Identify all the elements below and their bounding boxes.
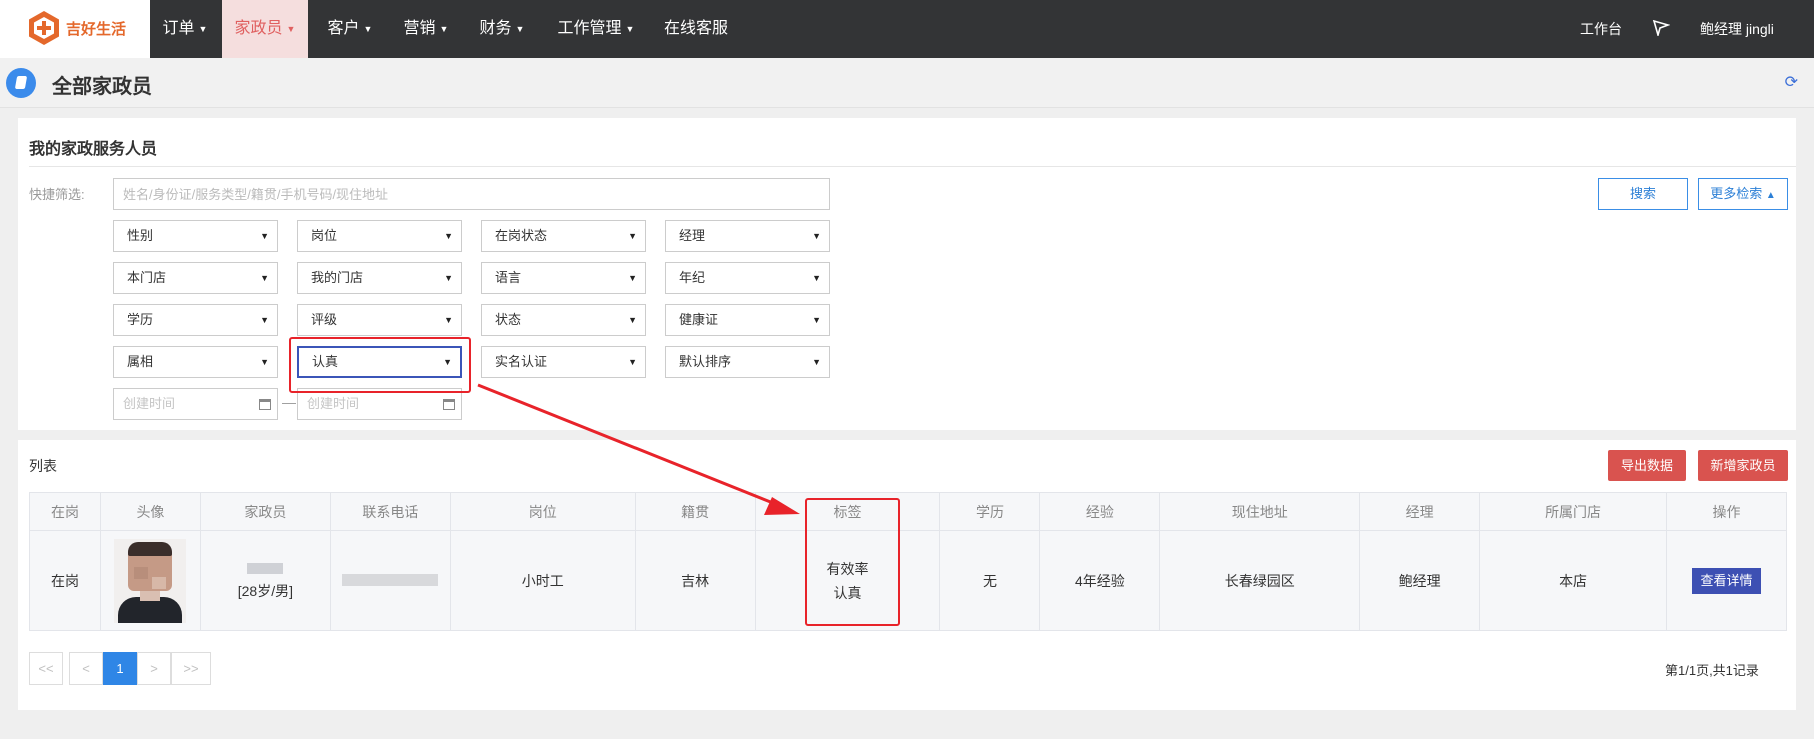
annotation-arrow-icon	[477, 383, 800, 515]
